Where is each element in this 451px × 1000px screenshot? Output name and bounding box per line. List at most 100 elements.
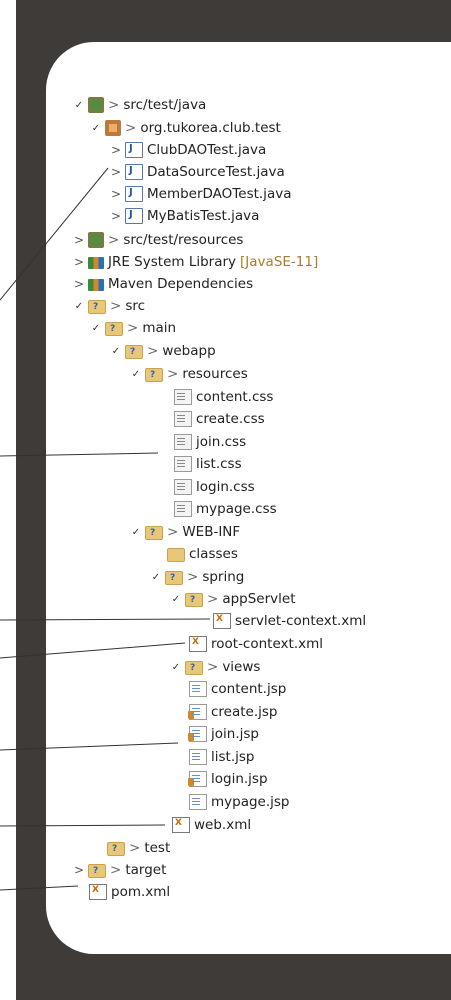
tree-item-file[interactable]: list.css bbox=[174, 453, 242, 475]
tree-item-file[interactable]: login.css bbox=[174, 476, 255, 498]
tree-item-label: create.jsp bbox=[211, 704, 278, 720]
tree-item-label: join.css bbox=[196, 434, 247, 450]
tree-item-webapp[interactable]: ✓ >webapp bbox=[110, 340, 216, 362]
chevron-down-icon[interactable]: ✓ bbox=[73, 98, 85, 112]
tree-item-label: resources bbox=[182, 366, 248, 382]
folder-icon bbox=[125, 345, 143, 359]
tree-item-package[interactable]: ✓ > org.tukorea.club.test bbox=[90, 117, 281, 139]
tree-item-label: classes bbox=[189, 546, 238, 562]
chevron-down-icon[interactable]: ✓ bbox=[130, 367, 142, 381]
prefix-marker: > bbox=[108, 232, 120, 248]
xml-file-icon bbox=[213, 613, 231, 629]
prefix-marker: > bbox=[207, 659, 219, 675]
tree-item-file[interactable]: login.jsp bbox=[188, 768, 268, 790]
tree-item-label: pom.xml bbox=[111, 884, 171, 900]
java-file-icon bbox=[125, 142, 143, 158]
css-file-icon bbox=[174, 479, 192, 495]
tree-item-file[interactable]: > ClubDAOTest.java bbox=[110, 139, 266, 161]
package-icon bbox=[105, 120, 121, 136]
chevron-down-icon[interactable]: ✓ bbox=[150, 570, 162, 584]
tree-item-file[interactable]: join.css bbox=[174, 431, 246, 453]
chevron-right-icon[interactable]: > bbox=[73, 233, 85, 247]
tree-item-file[interactable]: web.xml bbox=[172, 814, 251, 836]
jsp-file-icon bbox=[189, 794, 207, 810]
tree-item-label: DataSourceTest.java bbox=[147, 164, 285, 180]
prefix-marker: > bbox=[207, 591, 219, 607]
tree-item-main[interactable]: ✓ >main bbox=[90, 317, 176, 339]
css-file-icon bbox=[174, 456, 192, 472]
chevron-down-icon[interactable]: ✓ bbox=[130, 525, 142, 539]
chevron-right-icon[interactable]: > bbox=[110, 165, 122, 179]
chevron-right-icon[interactable]: > bbox=[110, 209, 122, 223]
tree-item-file[interactable]: join.jsp bbox=[188, 723, 259, 745]
folder-icon bbox=[105, 322, 123, 336]
chevron-down-icon[interactable]: ✓ bbox=[90, 121, 102, 135]
tree-item-label: src bbox=[125, 298, 146, 314]
css-file-icon bbox=[174, 389, 192, 405]
tree-item-resources[interactable]: ✓ >resources bbox=[130, 363, 248, 385]
tree-item-pom[interactable]: pom.xml bbox=[89, 881, 170, 903]
tree-item-views[interactable]: ✓ >views bbox=[170, 656, 260, 678]
tree-item-src[interactable]: ✓ >src bbox=[73, 295, 145, 317]
tree-item-label: web.xml bbox=[194, 817, 252, 833]
tree-item-file[interactable]: root-context.xml bbox=[189, 633, 323, 655]
tree-item-file[interactable]: create.css bbox=[174, 408, 265, 430]
chevron-right-icon[interactable]: > bbox=[73, 277, 85, 291]
tree-item-src-test-resources[interactable]: > > src/test/resources bbox=[73, 229, 243, 251]
tree-item-label: root-context.xml bbox=[211, 636, 324, 652]
tree-item-file[interactable]: > MyBatisTest.java bbox=[110, 205, 259, 227]
tree-item-label: servlet-context.xml bbox=[235, 613, 367, 629]
tree-item-file[interactable]: content.jsp bbox=[189, 678, 286, 700]
prefix-marker: > bbox=[187, 569, 199, 585]
tree-item-target[interactable]: >>target bbox=[73, 859, 166, 881]
tree-item-jre-library[interactable]: > JRE System Library [JavaSE-11] bbox=[73, 251, 318, 273]
java-file-icon bbox=[125, 186, 143, 202]
jre-version-label: [JavaSE-11] bbox=[240, 254, 319, 270]
chevron-right-icon[interactable]: > bbox=[110, 143, 122, 157]
folder-icon bbox=[88, 864, 106, 878]
tree-item-file[interactable]: list.jsp bbox=[189, 746, 254, 768]
chevron-right-icon[interactable]: > bbox=[73, 863, 85, 877]
xml-file-icon bbox=[172, 817, 190, 833]
tree-item-file[interactable]: create.jsp bbox=[188, 701, 278, 723]
tree-item-maven-dependencies[interactable]: > Maven Dependencies bbox=[73, 273, 253, 295]
tree-item-web-inf[interactable]: ✓ >WEB-INF bbox=[130, 521, 240, 543]
annotation-line bbox=[0, 742, 179, 751]
tree-item-file[interactable]: mypage.jsp bbox=[189, 791, 290, 813]
chevron-right-icon[interactable]: > bbox=[73, 255, 85, 269]
folder-icon bbox=[185, 593, 203, 607]
prefix-marker: > bbox=[125, 120, 137, 136]
tree-item-test[interactable]: >test bbox=[107, 837, 170, 859]
tree-item-spring[interactable]: ✓ >spring bbox=[150, 566, 244, 588]
folder-icon bbox=[107, 842, 125, 856]
chevron-down-icon[interactable]: ✓ bbox=[90, 321, 102, 335]
chevron-down-icon[interactable]: ✓ bbox=[110, 344, 122, 358]
tree-item-appservlet[interactable]: ✓ >appServlet bbox=[170, 588, 296, 610]
prefix-marker: > bbox=[108, 97, 120, 113]
prefix-marker: > bbox=[167, 524, 179, 540]
tree-item-label: list.jsp bbox=[211, 749, 255, 765]
chevron-down-icon[interactable]: ✓ bbox=[170, 660, 182, 674]
folder-icon bbox=[145, 368, 163, 382]
tree-item-label: src/test/java bbox=[123, 97, 207, 113]
tree-item-file[interactable]: mypage.css bbox=[174, 498, 277, 520]
tree-item-classes[interactable]: classes bbox=[167, 543, 238, 565]
chevron-down-icon[interactable]: ✓ bbox=[170, 592, 182, 606]
tree-item-label: mypage.css bbox=[196, 501, 277, 517]
tree-item-file[interactable]: > DataSourceTest.java bbox=[110, 161, 285, 183]
package-folder-icon bbox=[88, 97, 104, 113]
tree-item-file[interactable]: content.css bbox=[174, 386, 273, 408]
chevron-down-icon[interactable]: ✓ bbox=[73, 299, 85, 313]
jsp-file-icon bbox=[189, 749, 207, 765]
jsp-file-icon bbox=[189, 681, 207, 697]
tree-item-src-test-java[interactable]: ✓ > src/test/java bbox=[73, 94, 206, 116]
tree-item-label: MemberDAOTest.java bbox=[147, 186, 292, 202]
tree-item-file[interactable]: > MemberDAOTest.java bbox=[110, 183, 291, 205]
tree-item-label: main bbox=[142, 320, 177, 336]
tree-item-label: target bbox=[125, 862, 167, 878]
prefix-marker: > bbox=[129, 840, 141, 856]
chevron-right-icon[interactable]: > bbox=[110, 187, 122, 201]
tree-item-file[interactable]: servlet-context.xml bbox=[213, 610, 366, 632]
tree-item-label: webapp bbox=[162, 343, 216, 359]
prefix-marker: > bbox=[110, 298, 122, 314]
